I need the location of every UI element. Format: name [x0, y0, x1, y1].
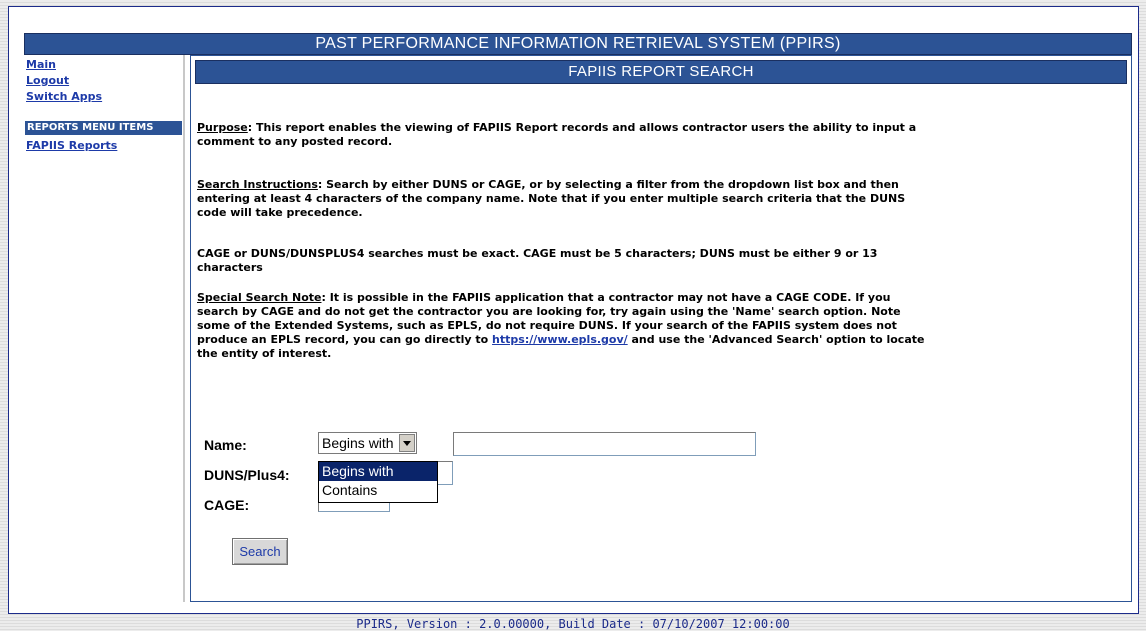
- sidebar-item-fapiis-reports[interactable]: FAPIIS Reports: [26, 139, 117, 152]
- special-note-lead: Special Search Note: [197, 291, 322, 304]
- name-input[interactable]: [453, 432, 756, 456]
- main-content: FAPIIS REPORT SEARCH Purpose: This repor…: [190, 55, 1132, 602]
- app-title: PAST PERFORMANCE INFORMATION RETRIEVAL S…: [315, 35, 841, 52]
- app-title-bar: PAST PERFORMANCE INFORMATION RETRIEVAL S…: [24, 33, 1132, 55]
- purpose-text: : This report enables the viewing of FAP…: [197, 121, 917, 148]
- sidebar-section-title: REPORTS MENU ITEMS: [25, 121, 182, 135]
- exact-search-note: CAGE or DUNS/DUNSPLUS4 searches must be …: [197, 247, 878, 274]
- name-filter-dropdown-list: Begins with Contains: [318, 461, 438, 503]
- sidebar: Main Logout Switch Apps REPORTS MENU ITE…: [24, 55, 185, 602]
- name-filter-value: Begins with: [322, 435, 394, 451]
- purpose-paragraph: Purpose: This report enables the viewing…: [197, 121, 927, 149]
- footer-version: PPIRS, Version : 2.0.00000, Build Date :…: [356, 617, 790, 631]
- special-note-paragraph: Special Search Note: It is possible in t…: [197, 291, 927, 361]
- search-button[interactable]: Search: [232, 538, 288, 565]
- sidebar-link-logout[interactable]: Logout: [26, 74, 69, 87]
- sidebar-link-main[interactable]: Main: [26, 58, 56, 71]
- name-label: Name:: [204, 437, 247, 453]
- report-title: FAPIIS REPORT SEARCH: [568, 63, 754, 80]
- name-filter-select[interactable]: Begins with: [318, 432, 417, 454]
- filter-option-contains[interactable]: Contains: [319, 481, 437, 500]
- epls-link[interactable]: https://www.epls.gov/: [492, 333, 628, 346]
- instructions-paragraph: Search Instructions: Search by either DU…: [197, 178, 927, 220]
- sidebar-link-switch-apps[interactable]: Switch Apps: [26, 90, 102, 103]
- dropdown-button[interactable]: [399, 434, 415, 452]
- cage-label: CAGE:: [204, 497, 250, 513]
- purpose-lead: Purpose: [197, 121, 248, 134]
- filter-option-begins-with[interactable]: Begins with: [319, 462, 437, 481]
- chevron-down-icon: [403, 440, 411, 446]
- instructions-lead: Search Instructions: [197, 178, 318, 191]
- duns-label: DUNS/Plus4:: [204, 467, 290, 483]
- report-title-bar: FAPIIS REPORT SEARCH: [195, 60, 1127, 84]
